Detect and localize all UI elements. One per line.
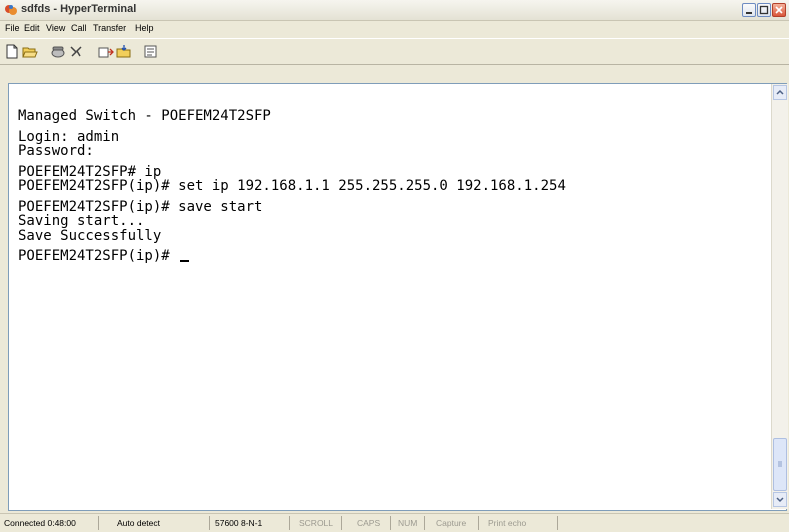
title-bar[interactable]: sdfds - HyperTerminal (0, 0, 789, 21)
hyperterminal-app-icon (5, 5, 17, 15)
terminal-line: Managed Switch - POEFEM24T2SFP (18, 108, 271, 124)
terminal-line: Password: (18, 143, 94, 159)
close-icon (775, 6, 783, 14)
minimize-icon (746, 12, 752, 14)
terminal-line: POEFEM24T2SFP# ip (18, 163, 162, 180)
menu-bar: File Edit View Call Transfer Help (0, 20, 789, 37)
terminal-prompt-line: POEFEM24T2SFP(ip)# (18, 249, 566, 264)
open-button[interactable] (22, 44, 38, 59)
toolbar-separator-area (0, 64, 789, 82)
disconnect-button[interactable] (68, 44, 84, 59)
terminal-output: Managed Switch - POEFEM24T2SFP Login: ad… (18, 109, 566, 264)
menu-file[interactable]: File (5, 23, 20, 33)
send-icon (98, 47, 114, 58)
call-button[interactable] (50, 44, 66, 59)
status-settings: 57600 8-N-1 (211, 516, 290, 530)
toolbar (0, 38, 789, 65)
status-print-echo: Print echo (484, 516, 558, 530)
status-num: NUM (394, 516, 425, 530)
new-button[interactable] (4, 44, 20, 59)
arrow-up-icon (776, 89, 784, 95)
menu-view[interactable]: View (46, 23, 65, 33)
scroll-thumb[interactable] (773, 438, 787, 491)
terminal-line: POEFEM24T2SFP(ip)# set ip 192.168.1.1 25… (18, 178, 566, 194)
minimize-button[interactable] (742, 3, 756, 17)
grip-icon (778, 461, 782, 467)
text-cursor (180, 260, 190, 262)
terminal-line: Saving start... (18, 213, 145, 229)
new-icon (6, 44, 18, 59)
maximize-button[interactable] (757, 3, 771, 17)
status-detect: Auto detect (113, 516, 210, 530)
menu-transfer[interactable]: Transfer (93, 23, 126, 33)
menu-edit[interactable]: Edit (24, 23, 40, 33)
receive-button[interactable] (116, 44, 132, 59)
maximize-icon (759, 5, 769, 15)
status-capture: Capture (432, 516, 479, 530)
vertical-scrollbar[interactable] (771, 84, 788, 509)
open-icon (22, 47, 38, 58)
menu-help[interactable]: Help (135, 23, 154, 33)
arrow-down-icon (776, 497, 784, 503)
phone-icon (51, 46, 65, 58)
send-button[interactable] (98, 44, 114, 59)
scroll-up-button[interactable] (773, 85, 787, 100)
scroll-down-button[interactable] (773, 492, 787, 507)
terminal-line: Login: admin (18, 128, 120, 145)
status-scroll: SCROLL (295, 516, 342, 530)
status-caps: CAPS (353, 516, 391, 530)
receive-icon (116, 45, 131, 58)
status-connected: Connected 0:48:00 (0, 516, 99, 530)
close-button[interactable] (772, 3, 786, 17)
menu-call[interactable]: Call (71, 23, 87, 33)
disconnect-icon (70, 46, 82, 57)
properties-button[interactable] (143, 44, 159, 59)
terminal-line: POEFEM24T2SFP(ip)# save start (18, 198, 263, 215)
status-bar: Connected 0:48:00 Auto detect 57600 8-N-… (0, 513, 789, 532)
properties-icon (144, 45, 157, 58)
terminal-line: Save Successfully (18, 227, 162, 244)
terminal-prompt: POEFEM24T2SFP(ip)# (18, 248, 179, 264)
window-title: sdfds - HyperTerminal (21, 3, 137, 15)
